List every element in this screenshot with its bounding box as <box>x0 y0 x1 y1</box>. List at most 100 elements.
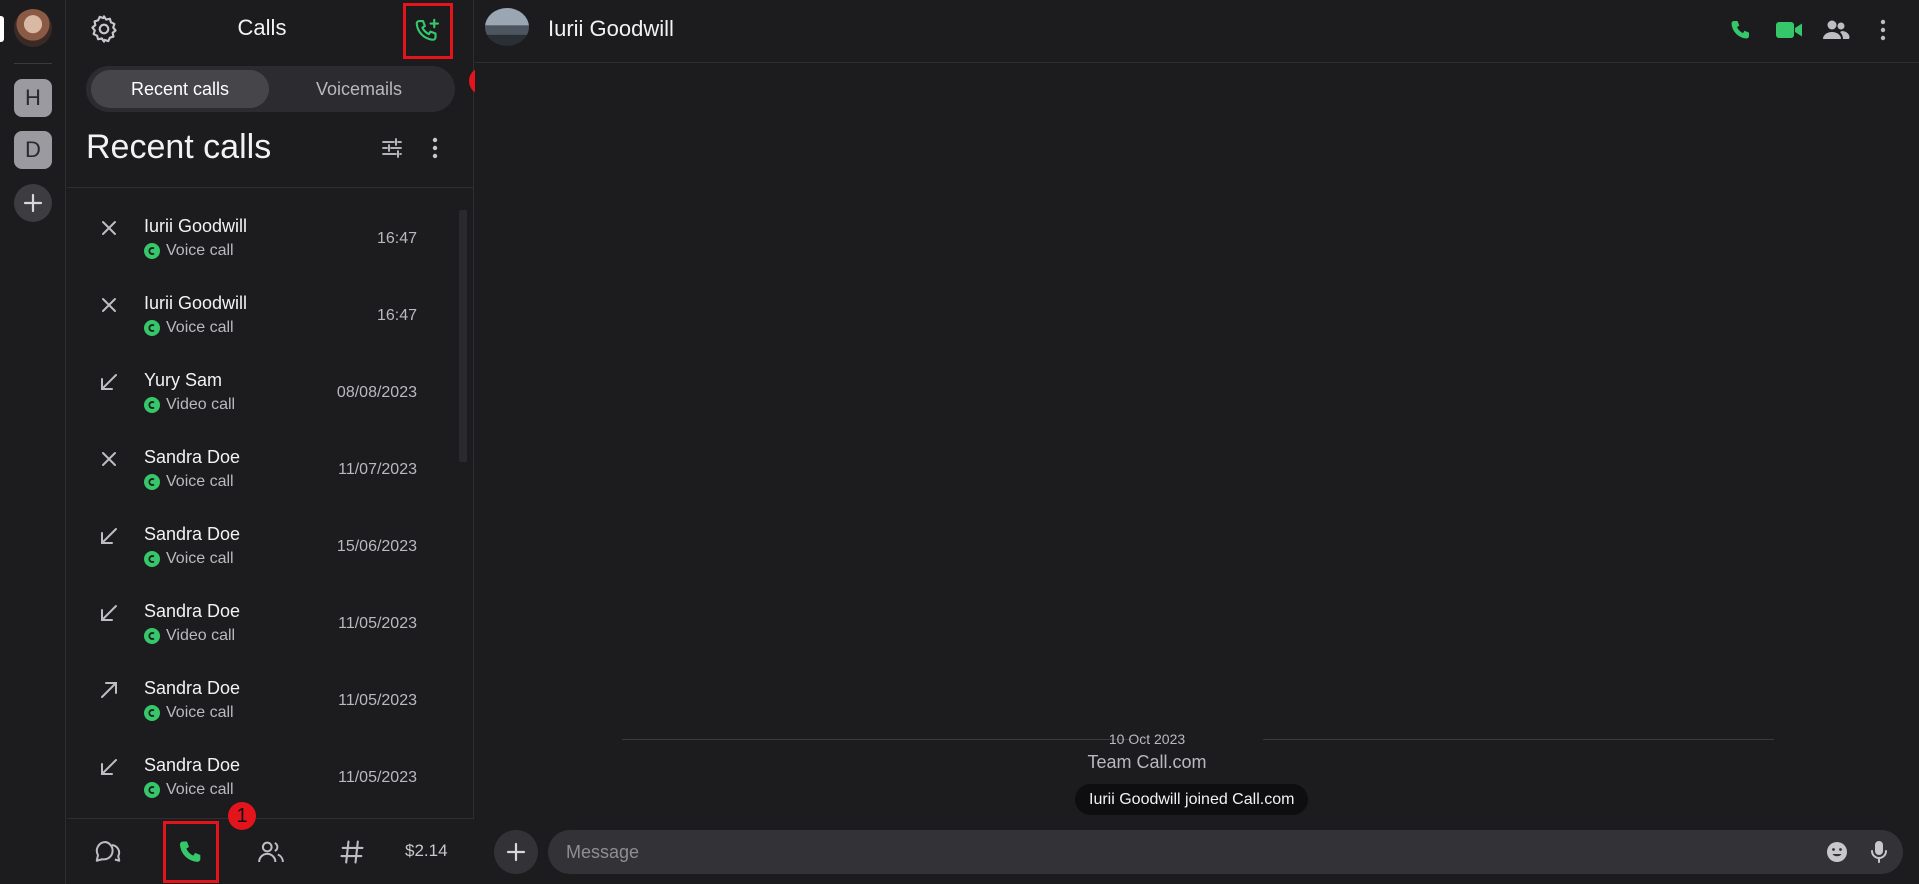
message-input[interactable] <box>566 830 1806 874</box>
call-row[interactable]: Sandra Doe Video call 11/05/2023 <box>67 575 462 652</box>
calls-panel: Calls Recent calls Voicemails Recent cal… <box>67 0 474 884</box>
caller-name: Sandra Doe <box>144 755 241 775</box>
user-avatar[interactable] <box>14 9 52 47</box>
microphone-icon <box>1871 841 1887 863</box>
list-scrollbar[interactable] <box>459 210 467 462</box>
rail-divider <box>14 63 52 64</box>
voice-call-button[interactable] <box>1723 12 1759 48</box>
video-camera-icon <box>1776 22 1802 38</box>
gear-icon <box>91 15 117 43</box>
call-row[interactable]: Sandra Doe Voice call 11/05/2023 <box>67 652 462 729</box>
phone-icon <box>179 841 201 862</box>
outgoing-call-icon <box>96 677 122 703</box>
people-icon <box>258 841 284 863</box>
missed-call-icon <box>96 446 122 472</box>
microphone-button[interactable] <box>1866 839 1892 865</box>
nav-chats[interactable] <box>83 827 133 877</box>
chat-bubbles-icon <box>95 841 121 862</box>
callcom-icon <box>144 628 160 644</box>
people-icon <box>1823 20 1850 39</box>
app-window: H D Calls Recent calls Voicemails Recent… <box>0 0 1919 884</box>
recent-calls-list: Iurii Goodwill Voice call 16:47 Iurii Go… <box>67 190 462 815</box>
section-title: Recent calls <box>86 128 272 166</box>
call-time: 16:47 <box>376 307 417 324</box>
date-divider-right <box>1263 739 1774 740</box>
call-row[interactable]: Iurii Goodwill Voice call 16:47 <box>67 190 462 267</box>
call-time: 11/07/2023 <box>338 461 417 478</box>
missed-call-icon <box>96 215 122 241</box>
caller-name: Iurii Goodwill <box>144 216 248 236</box>
contact-avatar[interactable] <box>485 8 529 46</box>
annotation-badge-1: 1 <box>228 802 256 830</box>
call-row[interactable]: Sandra Doe Voice call 11/05/2023 <box>67 729 462 806</box>
callcom-icon <box>144 474 160 490</box>
callcom-icon <box>144 397 160 413</box>
participants-button[interactable] <box>1818 12 1854 48</box>
call-time: 11/05/2023 <box>338 769 417 786</box>
more-options-button[interactable] <box>422 133 448 163</box>
incoming-call-icon <box>96 523 122 549</box>
caller-name: Yury Sam <box>144 370 223 390</box>
callcom-icon <box>144 705 160 721</box>
add-workspace-button[interactable] <box>14 184 52 222</box>
system-message: Iurii Goodwill joined Call.com <box>1075 784 1309 815</box>
panel-header: Calls <box>67 0 474 59</box>
call-type: Video call <box>166 396 236 413</box>
date-divider-left <box>622 739 1133 740</box>
call-time: 11/05/2023 <box>338 615 417 632</box>
tab-voicemails[interactable]: Voicemails <box>270 70 448 108</box>
phone-plus-icon <box>415 18 440 41</box>
incoming-call-icon <box>96 600 122 626</box>
call-type: Voice call <box>166 781 234 798</box>
plus-icon <box>506 842 526 862</box>
nav-calls[interactable] <box>166 827 216 877</box>
call-type: Voice call <box>166 319 234 336</box>
missed-call-icon <box>96 292 122 318</box>
more-vertical-icon <box>432 137 438 159</box>
video-call-button[interactable] <box>1771 12 1807 48</box>
contact-name[interactable]: Iurii Goodwill <box>548 16 674 42</box>
bottom-nav: $2.14 <box>67 818 474 884</box>
message-composer <box>548 830 1903 874</box>
tab-recent-calls[interactable]: Recent calls <box>91 70 269 108</box>
caller-name: Sandra Doe <box>144 524 241 544</box>
filter-button[interactable] <box>377 133 407 163</box>
hashtag-icon <box>340 840 364 864</box>
section-divider <box>67 187 474 188</box>
nav-channels[interactable] <box>327 827 377 877</box>
call-time: 16:47 <box>376 230 417 247</box>
callcom-icon <box>144 243 160 259</box>
callcom-icon <box>144 320 160 336</box>
account-balance[interactable]: $2.14 <box>405 841 448 861</box>
workspace-h[interactable]: H <box>14 79 52 117</box>
team-label: Team Call.com <box>1087 752 1207 772</box>
call-time: 08/08/2023 <box>336 384 417 401</box>
call-row[interactable]: Yury Sam Video call 08/08/2023 <box>67 344 462 421</box>
workspace-rail: H D <box>0 0 66 884</box>
plus-icon <box>23 193 43 213</box>
callcom-icon <box>144 782 160 798</box>
calls-tabs: Recent calls Voicemails <box>86 66 455 112</box>
attach-button[interactable] <box>494 830 538 874</box>
new-call-button[interactable] <box>403 3 453 59</box>
panel-title: Calls <box>237 15 287 40</box>
nav-contacts[interactable] <box>246 827 296 877</box>
emoji-button[interactable] <box>1824 839 1850 865</box>
chat-header: Iurii Goodwill <box>475 0 1919 63</box>
date-separator: 10 Oct 2023 <box>1108 731 1186 747</box>
callcom-icon <box>144 551 160 567</box>
call-row[interactable]: Sandra Doe Voice call 15/06/2023 <box>67 498 462 575</box>
caller-name: Iurii Goodwill <box>144 293 248 313</box>
chat-more-button[interactable] <box>1865 12 1901 48</box>
smiley-icon <box>1827 842 1847 862</box>
more-vertical-icon <box>1880 19 1886 41</box>
call-row[interactable]: Iurii Goodwill Voice call 16:47 <box>67 267 462 344</box>
caller-name: Sandra Doe <box>144 447 241 467</box>
incoming-call-icon <box>96 369 122 395</box>
workspace-d[interactable]: D <box>14 131 52 169</box>
settings-button[interactable] <box>87 12 121 46</box>
call-row[interactable]: Sandra Doe Voice call 11/07/2023 <box>67 421 462 498</box>
call-type: Voice call <box>166 473 234 490</box>
sliders-icon <box>382 138 402 158</box>
call-time: 15/06/2023 <box>336 538 417 555</box>
